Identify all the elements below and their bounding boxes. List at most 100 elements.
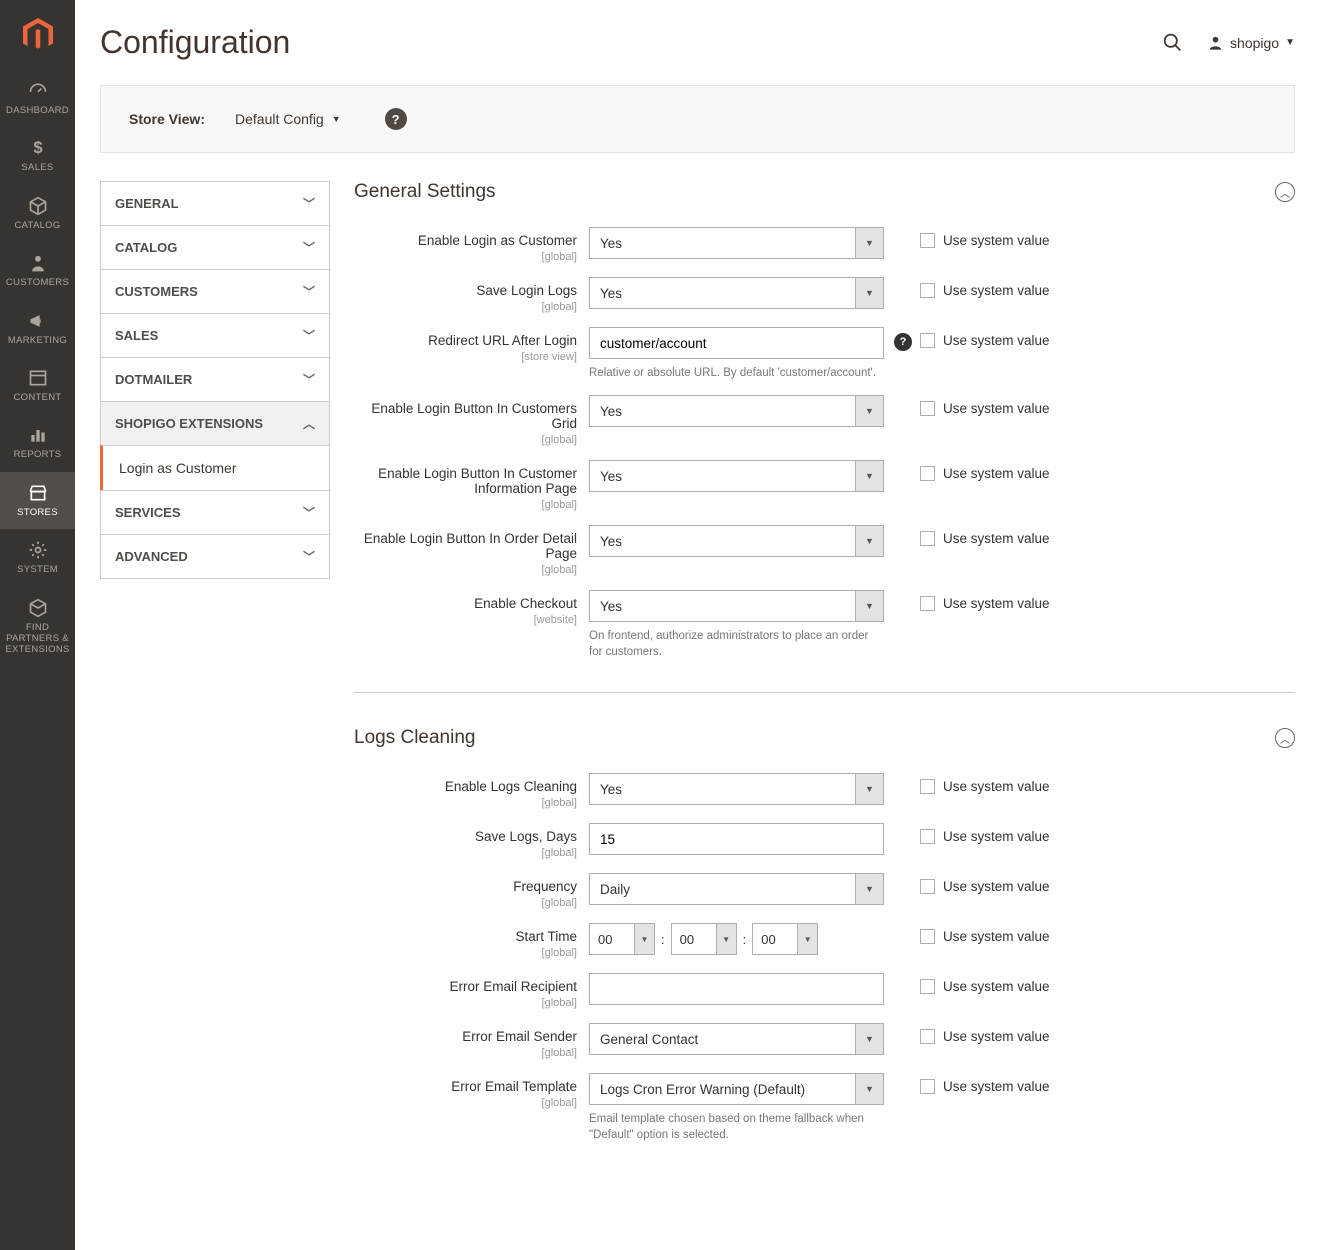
dollar-icon: $ xyxy=(28,138,48,158)
use-system-checkbox[interactable] xyxy=(920,333,935,348)
chevron-down-icon: ﹀ xyxy=(303,371,315,388)
megaphone-icon xyxy=(28,311,48,331)
nav-item-marketing[interactable]: MARKETING xyxy=(0,300,75,357)
field-scope: [global] xyxy=(354,997,577,1009)
time-select[interactable]: 00▼ xyxy=(589,923,655,955)
select-input[interactable]: Daily▼ xyxy=(589,873,884,905)
field-row: Start Time [global] 00▼:00▼:00▼ Use syst… xyxy=(354,923,1295,959)
use-system-label[interactable]: Use system value xyxy=(943,979,1050,994)
use-system-label[interactable]: Use system value xyxy=(943,401,1050,416)
text-input[interactable] xyxy=(589,973,884,1005)
user-menu[interactable]: shopigo ▼ xyxy=(1207,34,1295,51)
chevron-up-icon: ︿ xyxy=(303,415,315,432)
use-system-checkbox[interactable] xyxy=(920,879,935,894)
logo[interactable] xyxy=(0,0,75,70)
field-row: Save Login Logs [global] Yes▼ Use system… xyxy=(354,277,1295,313)
text-input[interactable] xyxy=(589,823,884,855)
use-system-label[interactable]: Use system value xyxy=(943,596,1050,611)
tree-item-services[interactable]: SERVICES﹀ xyxy=(100,490,330,535)
field-hint: On frontend, authorize administrators to… xyxy=(589,628,884,660)
use-system-checkbox[interactable] xyxy=(920,596,935,611)
tree-item-general[interactable]: GENERAL﹀ xyxy=(100,181,330,226)
use-system-checkbox[interactable] xyxy=(920,979,935,994)
use-system-checkbox[interactable] xyxy=(920,929,935,944)
field-row: Enable Checkout [website] Yes▼On fronten… xyxy=(354,590,1295,660)
use-system-checkbox[interactable] xyxy=(920,1079,935,1094)
config-content: General Settings ︿ Enable Login as Custo… xyxy=(354,181,1295,1209)
field-row: Save Logs, Days [global] Use system valu… xyxy=(354,823,1295,859)
field-label: Error Email Recipient xyxy=(354,979,577,994)
field-scope: [global] xyxy=(354,847,577,859)
time-select[interactable]: 00▼ xyxy=(671,923,737,955)
tree-item-catalog[interactable]: CATALOG﹀ xyxy=(100,225,330,270)
nav-item-reports[interactable]: REPORTS xyxy=(0,414,75,471)
field-hint: Email template chosen based on theme fal… xyxy=(589,1111,884,1143)
nav-item-sales[interactable]: $SALES xyxy=(0,127,75,184)
select-input[interactable]: Yes▼ xyxy=(589,773,884,805)
nav-item-catalog[interactable]: CATALOG xyxy=(0,185,75,242)
store-view-selector[interactable]: Default Config ▼ xyxy=(235,111,341,127)
nav-item-system[interactable]: SYSTEM xyxy=(0,529,75,586)
caret-down-icon: ▼ xyxy=(716,924,736,954)
tooltip-icon[interactable]: ? xyxy=(894,333,912,351)
nav-item-find-partners-extensions[interactable]: FIND PARTNERS & EXTENSIONS xyxy=(0,587,75,667)
select-input[interactable]: Yes▼ xyxy=(589,590,884,622)
storefront-icon xyxy=(28,483,48,503)
use-system-label[interactable]: Use system value xyxy=(943,779,1050,794)
use-system-checkbox[interactable] xyxy=(920,401,935,416)
field-scope: [store view] xyxy=(354,351,577,363)
nav-item-customers[interactable]: CUSTOMERS xyxy=(0,242,75,299)
use-system-checkbox[interactable] xyxy=(920,233,935,248)
use-system-label[interactable]: Use system value xyxy=(943,283,1050,298)
use-system-checkbox[interactable] xyxy=(920,466,935,481)
time-select[interactable]: 00▼ xyxy=(752,923,818,955)
use-system-label[interactable]: Use system value xyxy=(943,1029,1050,1044)
select-input[interactable]: Yes▼ xyxy=(589,460,884,492)
use-system-checkbox[interactable] xyxy=(920,283,935,298)
use-system-label[interactable]: Use system value xyxy=(943,466,1050,481)
use-system-label[interactable]: Use system value xyxy=(943,233,1050,248)
use-system-checkbox[interactable] xyxy=(920,1029,935,1044)
magento-logo-icon xyxy=(23,18,53,52)
caret-down-icon: ▼ xyxy=(332,114,341,124)
field-row: Enable Login Button In Customers Grid [g… xyxy=(354,395,1295,446)
select-input[interactable]: Logs Cron Error Warning (Default)▼ xyxy=(589,1073,884,1105)
select-input[interactable]: Yes▼ xyxy=(589,525,884,557)
use-system-label[interactable]: Use system value xyxy=(943,929,1050,944)
field-scope: [global] xyxy=(354,251,577,263)
use-system-label[interactable]: Use system value xyxy=(943,333,1050,348)
user-name: shopigo xyxy=(1230,35,1279,51)
nav-item-dashboard[interactable]: DASHBOARD xyxy=(0,70,75,127)
use-system-label[interactable]: Use system value xyxy=(943,531,1050,546)
collapse-icon[interactable]: ︿ xyxy=(1275,728,1295,748)
collapse-icon[interactable]: ︿ xyxy=(1275,182,1295,202)
use-system-checkbox[interactable] xyxy=(920,829,935,844)
select-input[interactable]: General Contact▼ xyxy=(589,1023,884,1055)
chevron-down-icon: ﹀ xyxy=(303,548,315,565)
use-system-label[interactable]: Use system value xyxy=(943,879,1050,894)
use-system-label[interactable]: Use system value xyxy=(943,829,1050,844)
use-system-checkbox[interactable] xyxy=(920,779,935,794)
help-icon[interactable]: ? xyxy=(385,108,407,130)
text-input[interactable] xyxy=(589,327,884,359)
nav-item-content[interactable]: CONTENT xyxy=(0,357,75,414)
config-tree: GENERAL﹀CATALOG﹀CUSTOMERS﹀SALES﹀DOTMAILE… xyxy=(100,181,330,1209)
tree-sub-login-as-customer[interactable]: Login as Customer xyxy=(100,445,330,491)
select-input[interactable]: Yes▼ xyxy=(589,395,884,427)
tree-item-dotmailer[interactable]: DOTMAILER﹀ xyxy=(100,357,330,402)
select-input[interactable]: Yes▼ xyxy=(589,227,884,259)
use-system-checkbox[interactable] xyxy=(920,531,935,546)
tree-item-customers[interactable]: CUSTOMERS﹀ xyxy=(100,269,330,314)
select-input[interactable]: Yes▼ xyxy=(589,277,884,309)
field-row: Frequency [global] Daily▼ Use system val… xyxy=(354,873,1295,909)
caret-down-icon: ▼ xyxy=(855,1024,883,1054)
field-scope: [global] xyxy=(354,797,577,809)
search-icon[interactable] xyxy=(1162,32,1183,53)
caret-down-icon: ▼ xyxy=(1285,37,1295,48)
tree-item-shopigo-extensions[interactable]: SHOPIGO EXTENSIONS︿ xyxy=(100,401,330,446)
gear-icon xyxy=(28,540,48,560)
use-system-label[interactable]: Use system value xyxy=(943,1079,1050,1094)
tree-item-advanced[interactable]: ADVANCED﹀ xyxy=(100,534,330,579)
nav-item-stores[interactable]: STORES xyxy=(0,472,75,529)
tree-item-sales[interactable]: SALES﹀ xyxy=(100,313,330,358)
